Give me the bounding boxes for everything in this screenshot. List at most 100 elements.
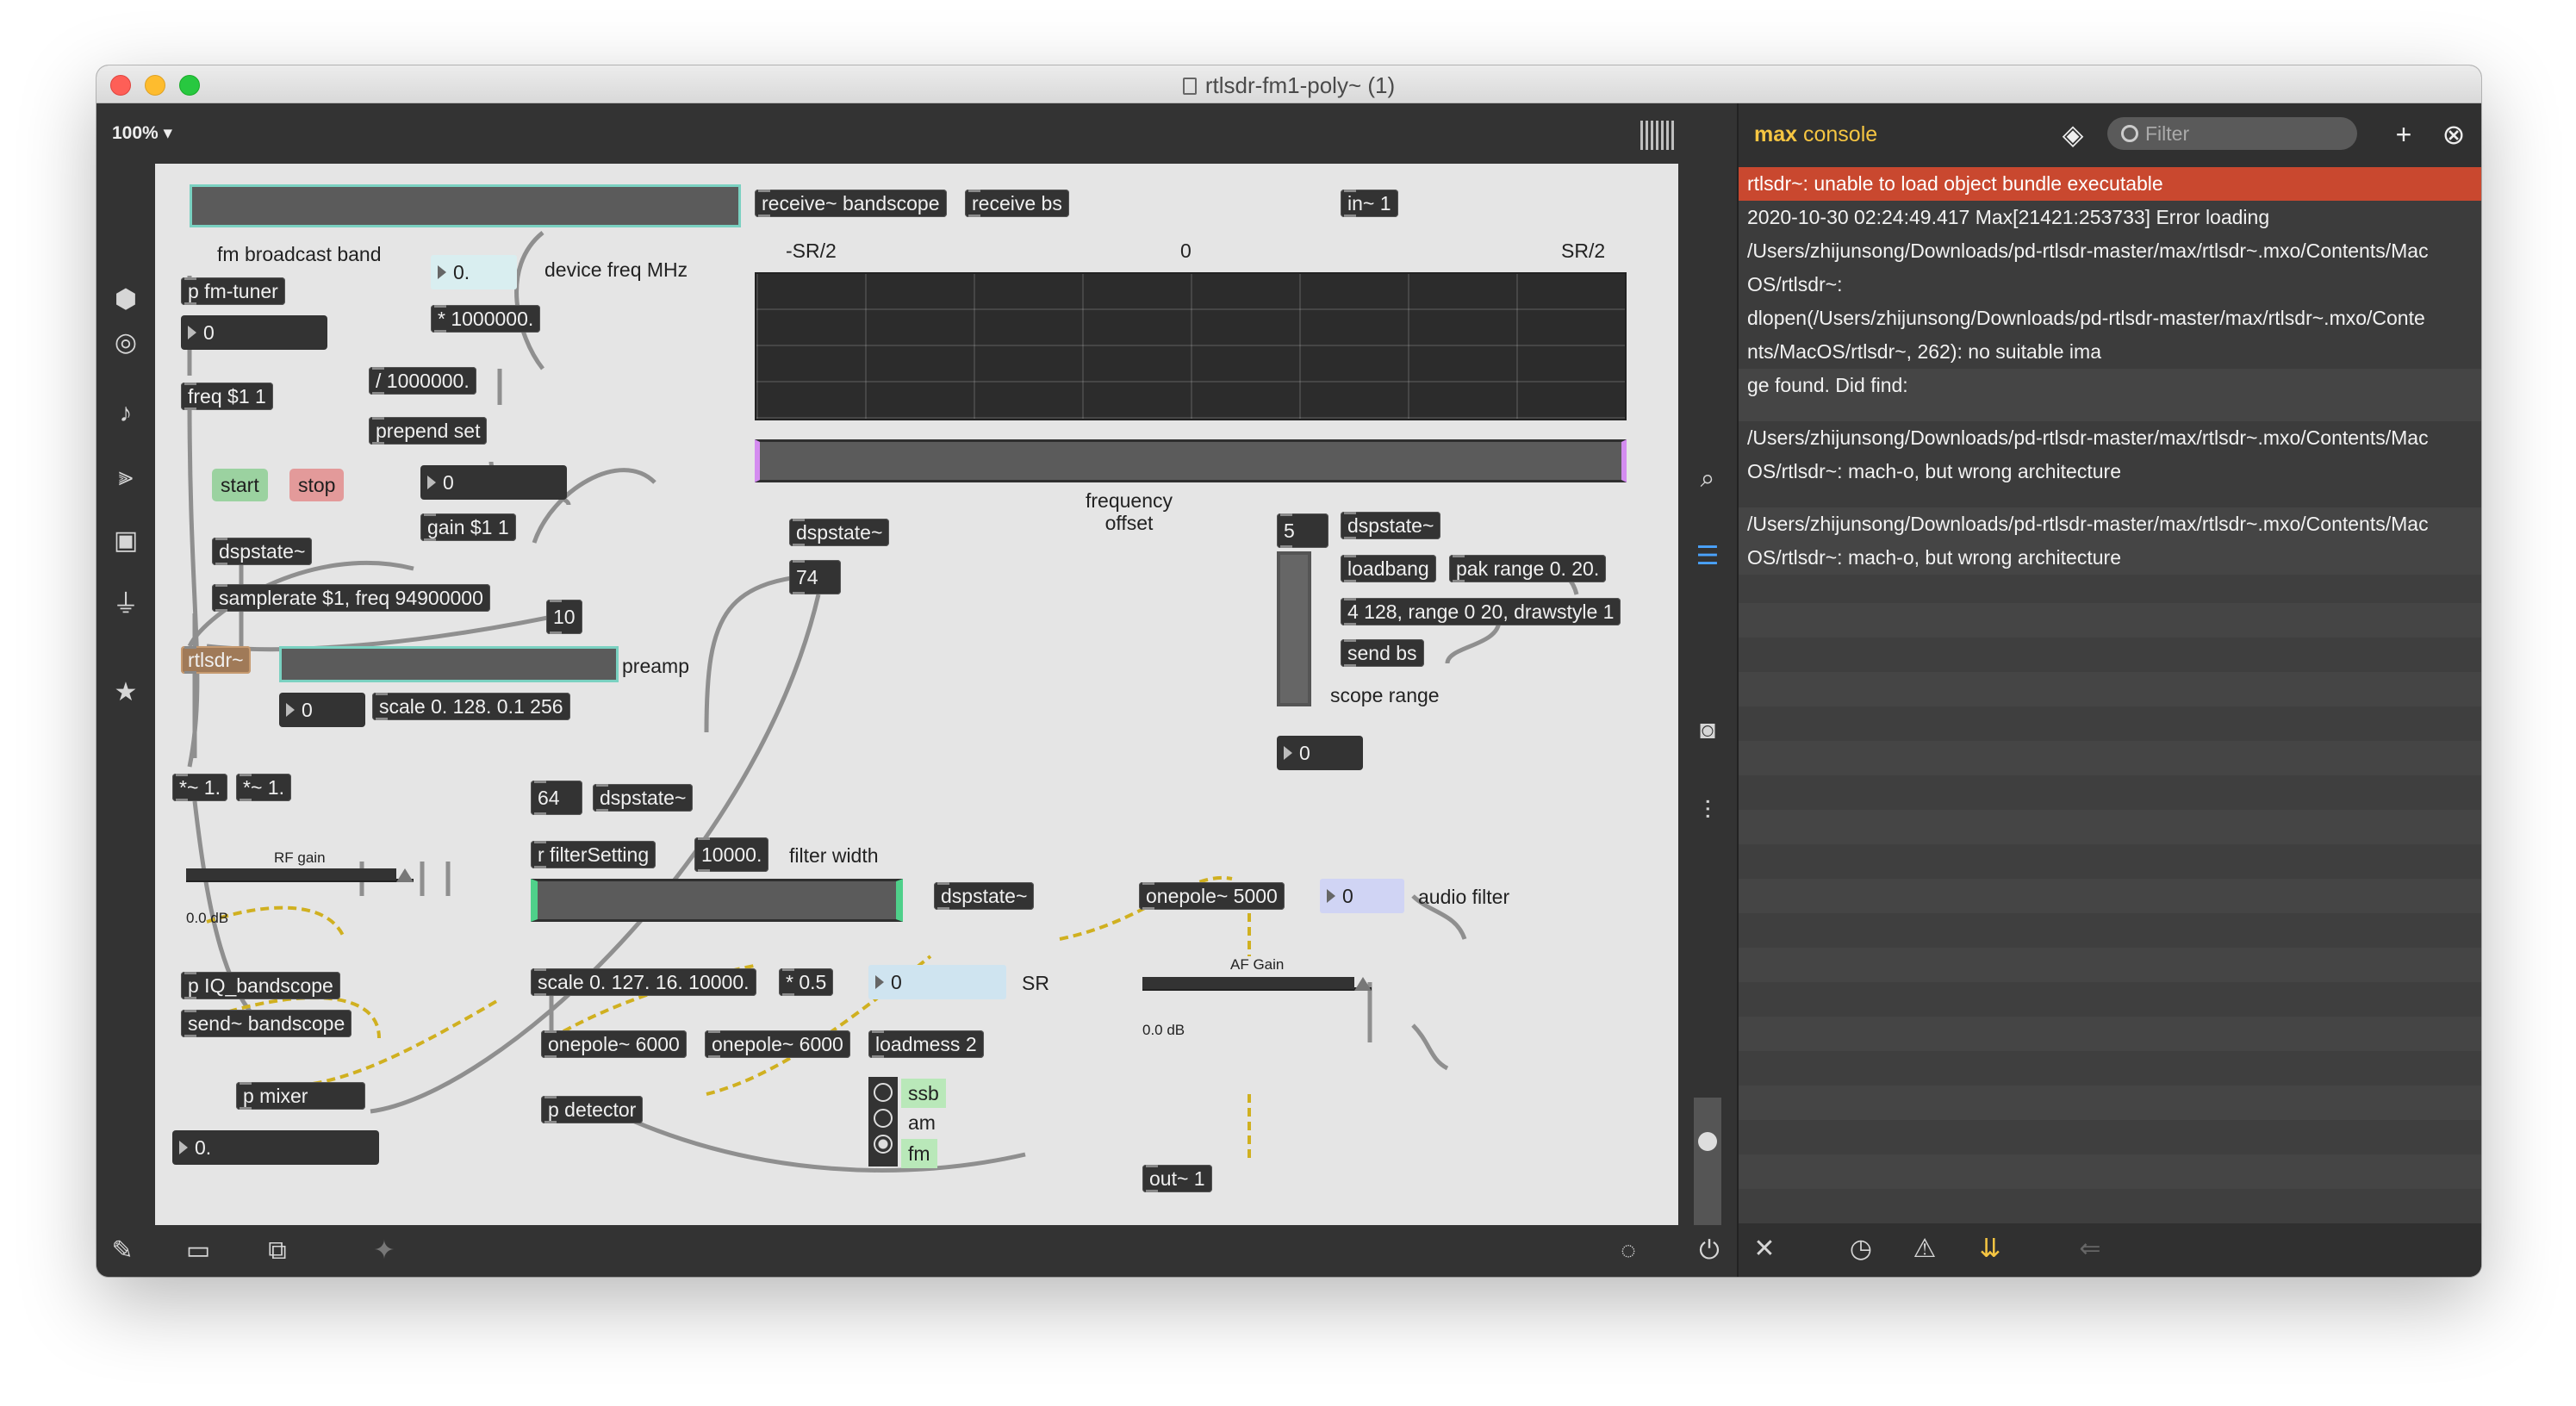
freq-message[interactable]: freq $1 1 <box>181 383 273 410</box>
console-row[interactable]: dlopen(/Users/zhijunsong/Downloads/pd-rt… <box>1739 302 2481 335</box>
offset-74-number[interactable]: 74 <box>789 560 841 594</box>
target-icon[interactable]: ◎ <box>110 327 141 358</box>
mixer-icon[interactable]: ⫶ <box>1692 796 1723 827</box>
dspstate-object-5[interactable]: dspstate~ <box>934 882 1035 910</box>
preamp-slider[interactable] <box>279 646 619 682</box>
console-row[interactable]: ge found. Did find: <box>1739 369 2481 402</box>
scope-range-5-number[interactable]: 5 <box>1277 513 1328 548</box>
send-bandscope-object[interactable]: send~ bandscope <box>181 1010 352 1037</box>
add-icon[interactable]: ✦ <box>369 1235 400 1266</box>
frequency-offset-slider[interactable] <box>755 439 1627 482</box>
windows-icon[interactable]: ⧉ <box>262 1235 293 1266</box>
mode-radio-group[interactable] <box>868 1077 898 1166</box>
grid-icon[interactable] <box>1640 121 1675 150</box>
divide-million-object[interactable]: / 1000000. <box>369 367 476 395</box>
output-number-box[interactable]: 0. <box>172 1130 379 1165</box>
presentation-icon[interactable]: ▭ <box>183 1235 214 1266</box>
drawstyle-message[interactable]: 4 128, range 0 20, drawstyle 1 <box>1341 598 1621 625</box>
console-row[interactable]: OS/rtlsdr~: mach-o, but wrong architectu… <box>1739 455 2481 488</box>
receive-bandscope-object[interactable]: receive~ bandscope <box>755 190 947 217</box>
p-mixer-object[interactable]: p mixer <box>236 1082 365 1110</box>
p-iq-bandscope-object[interactable]: p IQ_bandscope <box>181 972 340 999</box>
loadbang-object[interactable]: loadbang <box>1341 555 1436 582</box>
patcher-canvas[interactable]: fm broadcast band p fm-tuner 0 freq $1 1… <box>155 164 1678 1225</box>
loadmess-object[interactable]: loadmess 2 <box>868 1030 984 1058</box>
console-filter-input[interactable]: Filter <box>2107 117 2357 150</box>
pin-icon[interactable]: ◈ <box>2057 119 2088 150</box>
send-bs-object[interactable]: send bs <box>1341 639 1424 667</box>
filter-64-number[interactable]: 64 <box>531 781 582 815</box>
clock-icon[interactable]: ◷ <box>1845 1234 1876 1265</box>
dspstate-object-4[interactable]: dspstate~ <box>593 784 694 812</box>
list-icon[interactable]: ☰ <box>1692 541 1723 572</box>
prepend-set-object[interactable]: prepend set <box>369 417 488 445</box>
samplerate-message[interactable]: samplerate $1, freq 94900000 <box>212 584 490 612</box>
warning-icon[interactable]: ⚠ <box>1909 1234 1940 1265</box>
multiply-half-object[interactable]: * 0.5 <box>779 968 834 996</box>
power-icon[interactable]: ⏻ <box>1694 1235 1725 1266</box>
ten-number-box[interactable]: 10 <box>546 600 582 634</box>
device-freq-number[interactable]: 0. <box>431 255 517 289</box>
gain-number-box[interactable]: 0 <box>420 465 567 500</box>
audio-filter-number[interactable]: 0 <box>1320 879 1404 913</box>
console-row[interactable] <box>1739 488 2481 507</box>
plug-icon[interactable]: ⏚ <box>110 589 141 620</box>
debug-icon[interactable]: ◌ <box>1613 1235 1644 1266</box>
p-fm-tuner-object[interactable]: p fm-tuner <box>181 277 285 305</box>
dspstate-object-3[interactable]: dspstate~ <box>1341 512 1441 539</box>
onepole-5000-object[interactable]: onepole~ 5000 <box>1139 882 1285 910</box>
receive-bs-object[interactable]: receive bs <box>965 190 1069 217</box>
dspstate-object-1[interactable]: dspstate~ <box>212 538 313 565</box>
console-row[interactable]: nts/MacOS/rtlsdr~, 262): no suitable ima <box>1739 335 2481 369</box>
filter-width-slider[interactable] <box>531 879 903 922</box>
signal-multiply-a[interactable]: *~ 1. <box>172 774 227 801</box>
rf-gain-slider[interactable] <box>186 865 414 882</box>
gain-message[interactable]: gain $1 1 <box>420 513 516 541</box>
scale-filter-object[interactable]: scale 0. 127. 16. 10000. <box>531 968 756 996</box>
in-1-object[interactable]: in~ 1 <box>1341 190 1398 217</box>
filter-width-number[interactable]: 10000. <box>694 837 769 872</box>
start-message[interactable]: start <box>212 469 268 501</box>
fm-band-slider[interactable] <box>190 184 741 227</box>
console-row[interactable]: /Users/zhijunsong/Downloads/pd-rtlsdr-ma… <box>1739 421 2481 455</box>
fm-radio[interactable] <box>874 1135 893 1154</box>
level-slider-knob[interactable] <box>1698 1132 1717 1151</box>
image-icon[interactable]: ▣ <box>110 526 141 557</box>
console-error-row[interactable]: rtlsdr~: unable to load object bundle ex… <box>1739 167 2481 201</box>
dspstate-object-2[interactable]: dspstate~ <box>789 519 890 546</box>
close-icon[interactable]: ✕ <box>1749 1234 1780 1265</box>
am-radio[interactable] <box>874 1109 893 1128</box>
zoom-menu[interactable]: 100% ▾ <box>112 122 172 144</box>
scope-range-slider[interactable] <box>1277 551 1311 706</box>
cube-icon[interactable]: ⬢ <box>110 284 141 315</box>
search-icon[interactable]: ⌕ <box>1692 463 1723 495</box>
preamp-number-box[interactable]: 0 <box>279 693 365 727</box>
console-row[interactable]: /Users/zhijunsong/Downloads/pd-rtlsdr-ma… <box>1739 234 2481 268</box>
af-gain-slider[interactable] <box>1142 974 1372 991</box>
playlist-icon[interactable]: ⫸ <box>110 462 141 493</box>
scroll-down-icon[interactable]: ⇊ <box>1975 1234 2006 1265</box>
clear-icon[interactable]: ⊗ <box>2438 119 2469 150</box>
onepole-6000-b[interactable]: onepole~ 6000 <box>705 1030 850 1058</box>
r-filtersetting-object[interactable]: r filterSetting <box>531 841 656 868</box>
edit-icon[interactable]: ✎ <box>107 1235 138 1266</box>
signal-multiply-b[interactable]: *~ 1. <box>236 774 291 801</box>
rtlsdr-object[interactable]: rtlsdr~ <box>181 646 251 674</box>
stop-message[interactable]: stop <box>289 469 345 501</box>
p-detector-object[interactable]: p detector <box>541 1096 644 1123</box>
console-row[interactable] <box>1739 402 2481 421</box>
console-row[interactable]: OS/rtlsdr~: <box>1739 268 2481 302</box>
onepole-6000-a[interactable]: onepole~ 6000 <box>541 1030 687 1058</box>
back-arrow-icon[interactable]: ⇐ <box>2075 1234 2106 1265</box>
ssb-radio[interactable] <box>874 1083 893 1102</box>
sr-number-box[interactable]: 0 <box>868 965 1006 999</box>
console-row[interactable]: OS/rtlsdr~: mach-o, but wrong architectu… <box>1739 541 2481 575</box>
plus-icon[interactable]: + <box>2388 119 2419 150</box>
scope-range-number[interactable]: 0 <box>1277 736 1363 770</box>
out-1-object[interactable]: out~ 1 <box>1142 1165 1212 1192</box>
tuner-number-box[interactable]: 0 <box>181 315 327 350</box>
music-note-icon[interactable]: ♪ <box>110 398 141 429</box>
multiply-million-object[interactable]: * 1000000. <box>431 305 541 333</box>
console-row[interactable]: /Users/zhijunsong/Downloads/pd-rtlsdr-ma… <box>1739 507 2481 541</box>
console-row[interactable]: 2020-10-30 02:24:49.417 Max[21421:253733… <box>1739 201 2481 234</box>
